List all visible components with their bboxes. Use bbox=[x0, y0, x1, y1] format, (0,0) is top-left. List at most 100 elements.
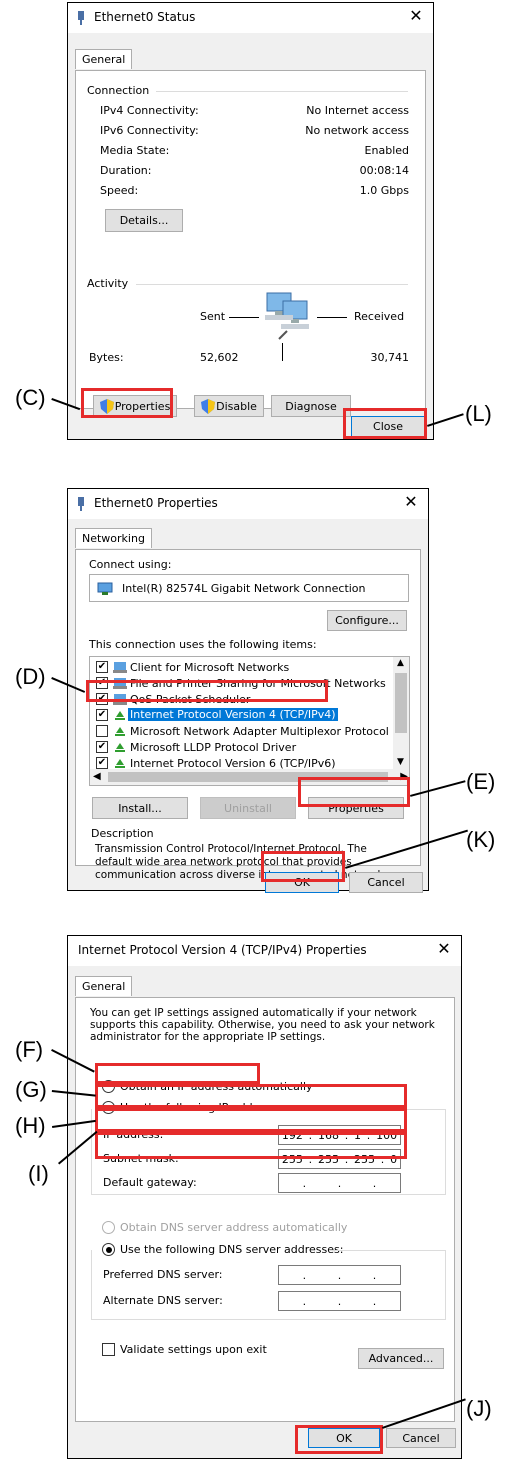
checkbox[interactable]: ✔ bbox=[96, 661, 108, 673]
list-item[interactable]: Microsoft Network Adapter Multiplexor Pr… bbox=[90, 724, 390, 739]
checkbox[interactable]: ✔ bbox=[96, 757, 108, 769]
scroll-up-icon[interactable]: ▲ bbox=[397, 658, 404, 668]
alternate-dns-field[interactable]: . . . bbox=[278, 1291, 401, 1311]
checkbox[interactable]: ✔ bbox=[96, 693, 108, 705]
adapter-box: Intel(R) 82574L Gigabit Network Connecti… bbox=[89, 574, 409, 602]
connect-using-label: Connect using: bbox=[89, 558, 172, 571]
install-button[interactable]: Install... bbox=[92, 797, 188, 819]
disable-label: Disable bbox=[216, 399, 257, 413]
checkbox[interactable]: ✔ bbox=[96, 709, 108, 721]
validate-checkbox[interactable] bbox=[102, 1343, 115, 1356]
ipv4-properties-dialog: Internet Protocol Version 4 (TCP/IPv4) P… bbox=[67, 935, 462, 1459]
status-close-button[interactable]: Close bbox=[351, 416, 425, 437]
intro-text: You can get IP settings assigned automat… bbox=[90, 1007, 435, 1043]
status-close-icon[interactable]: ✕ bbox=[407, 6, 425, 25]
status-properties-label: Properties bbox=[114, 399, 171, 413]
ipv4-close-icon[interactable]: ✕ bbox=[435, 939, 453, 958]
list-item-label: QoS Packet Scheduler bbox=[130, 693, 251, 706]
activity-header: Activity bbox=[87, 277, 129, 290]
tab-general[interactable]: General bbox=[75, 976, 133, 996]
callout-f: (F) bbox=[15, 1037, 44, 1062]
networking-panel: Connect using: Intel(R) 82574L Gigabit N… bbox=[75, 549, 421, 881]
duration-label: Duration: bbox=[100, 164, 152, 177]
bytes-sent-value: 52,602 bbox=[200, 351, 239, 364]
list-item[interactable]: ✔ QoS Packet Scheduler bbox=[90, 692, 390, 707]
received-label: Received bbox=[354, 310, 405, 323]
callout-e: (E) bbox=[466, 769, 496, 794]
ipv4-ok-button[interactable]: OK bbox=[308, 1428, 380, 1448]
obtain-ip-auto-radio[interactable] bbox=[102, 1080, 115, 1093]
duration-value: 00:08:14 bbox=[359, 164, 409, 177]
ethernet-plug-icon bbox=[78, 497, 84, 511]
properties-cancel-button[interactable]: Cancel bbox=[349, 872, 423, 893]
media-state-value: Enabled bbox=[364, 144, 409, 157]
item-properties-button[interactable]: Properties bbox=[308, 797, 404, 819]
scroll-right-icon[interactable]: ▶ bbox=[400, 771, 408, 782]
status-title: Ethernet0 Status bbox=[94, 10, 196, 24]
ip-address-label: IP address: bbox=[103, 1128, 164, 1141]
horizontal-scrollbar[interactable]: ◀ ▶ bbox=[90, 769, 409, 785]
description-box bbox=[89, 834, 409, 836]
callout-c: (C) bbox=[15, 385, 46, 410]
list-item-label: Internet Protocol Version 4 (TCP/IPv4) bbox=[128, 708, 338, 721]
ipv4-cancel-button[interactable]: Cancel bbox=[386, 1428, 456, 1448]
details-button[interactable]: Details... bbox=[105, 209, 183, 232]
ip-address-field[interactable]: 192. 168. 1. 100 bbox=[278, 1125, 401, 1145]
vertical-scrollbar[interactable]: ▲ ▼ bbox=[393, 657, 409, 770]
validate-label: Validate settings upon exit bbox=[120, 1343, 267, 1356]
checkbox[interactable]: ✔ bbox=[96, 741, 108, 753]
list-item[interactable]: ✔ File and Printer Sharing for Microsoft… bbox=[90, 676, 390, 691]
subnet-mask-field[interactable]: 255. 255. 255. 0 bbox=[278, 1149, 401, 1169]
ethernet-status-dialog: Ethernet0 Status ✕ General Connection IP… bbox=[67, 2, 434, 440]
ipv6-connectivity-label: IPv6 Connectivity: bbox=[100, 124, 199, 137]
tab-general[interactable]: General bbox=[75, 49, 133, 69]
ipv4-titlebar: Internet Protocol Version 4 (TCP/IPv4) P… bbox=[68, 936, 461, 966]
callout-l: (L) bbox=[465, 401, 492, 426]
default-gateway-field[interactable]: . . . bbox=[278, 1173, 401, 1193]
speed-label: Speed: bbox=[100, 184, 139, 197]
obtain-dns-auto-radio[interactable] bbox=[102, 1221, 115, 1234]
list-item[interactable]: ✔ Microsoft LLDP Protocol Driver bbox=[90, 740, 390, 755]
configure-button[interactable]: Configure... bbox=[327, 610, 407, 631]
diagnose-button[interactable]: Diagnose bbox=[271, 395, 351, 417]
properties-ok-button[interactable]: OK bbox=[265, 872, 339, 893]
connection-divider bbox=[156, 91, 408, 92]
ipv4-general-panel: You can get IP settings assigned automat… bbox=[75, 997, 455, 1422]
bytes-label: Bytes: bbox=[89, 351, 124, 364]
shield-icon bbox=[99, 398, 114, 414]
client-icon bbox=[113, 662, 127, 673]
checkbox[interactable] bbox=[96, 725, 108, 737]
status-properties-button[interactable]: Properties bbox=[93, 395, 177, 417]
items-list: ✔ Client for Microsoft Networks ✔ File a… bbox=[89, 656, 410, 786]
protocol-icon bbox=[115, 711, 125, 720]
callout-j: (J) bbox=[466, 1396, 492, 1421]
disable-button[interactable]: Disable bbox=[194, 395, 264, 417]
ipv6-connectivity-value: No network access bbox=[305, 124, 409, 137]
connection-header: Connection bbox=[87, 84, 150, 97]
sent-label: Sent bbox=[200, 310, 226, 323]
tab-networking[interactable]: Networking bbox=[75, 528, 152, 548]
scroll-down-icon[interactable]: ▼ bbox=[397, 757, 404, 767]
shield-icon bbox=[201, 398, 216, 414]
list-item-label: Microsoft Network Adapter Multiplexor Pr… bbox=[130, 725, 389, 738]
activity-divider bbox=[136, 284, 408, 285]
scroll-thumb[interactable] bbox=[395, 673, 407, 733]
properties-titlebar: Ethernet0 Properties ✕ bbox=[68, 489, 428, 519]
list-item-selected[interactable]: ✔ Internet Protocol Version 4 (TCP/IPv4) bbox=[90, 708, 390, 723]
status-titlebar: Ethernet0 Status ✕ bbox=[68, 3, 433, 33]
bytes-separator bbox=[282, 343, 283, 361]
scroll-thumb-horizontal[interactable] bbox=[108, 772, 388, 782]
list-item[interactable]: ✔ Client for Microsoft Networks bbox=[90, 660, 390, 675]
advanced-button[interactable]: Advanced... bbox=[358, 1348, 444, 1369]
bytes-received-value: 30,741 bbox=[370, 351, 410, 364]
checkbox[interactable]: ✔ bbox=[96, 677, 108, 689]
properties-title: Ethernet0 Properties bbox=[94, 496, 218, 510]
callout-d: (D) bbox=[15, 664, 46, 689]
uninstall-button[interactable]: Uninstall bbox=[200, 797, 296, 819]
adapter-name: Intel(R) 82574L Gigabit Network Connecti… bbox=[122, 582, 366, 595]
status-panel: Connection IPv4 Connectivity: No Interne… bbox=[75, 70, 426, 417]
preferred-dns-field[interactable]: . . . bbox=[278, 1265, 401, 1285]
scroll-left-icon[interactable]: ◀ bbox=[93, 771, 101, 782]
qos-icon bbox=[113, 694, 127, 705]
properties-close-icon[interactable]: ✕ bbox=[402, 492, 420, 511]
